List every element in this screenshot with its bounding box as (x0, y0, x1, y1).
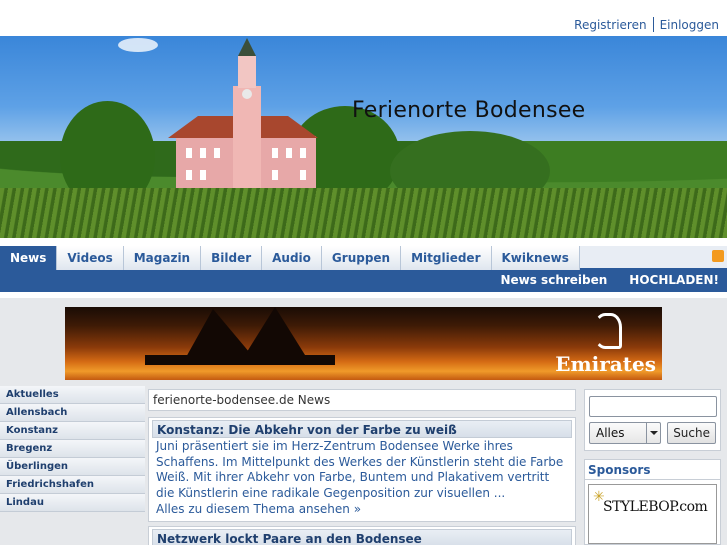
tab-magazin[interactable]: Magazin (123, 246, 202, 270)
left-menu: Aktuelles Allensbach Konstanz Bregenz Üb… (0, 386, 145, 512)
article-text: Juni präsentiert sie im Herz-Zentrum Bod… (156, 439, 564, 500)
login-link[interactable]: Einloggen (654, 18, 725, 32)
section-heading: ferienorte-bodensee.de News (148, 389, 576, 411)
search-controls: Alles Suche (589, 422, 716, 444)
ad-ship-sail (185, 309, 255, 359)
emirates-logo-mark (594, 313, 622, 349)
sponsor-ad-text: STYLEBOP.com (603, 499, 708, 515)
news-article: Konstanz: Die Abkehr von der Farbe zu we… (148, 417, 576, 522)
tab-kwiknews[interactable]: Kwiknews (491, 246, 580, 270)
left-menu-item-friedrichshafen[interactable]: Friedrichshafen (0, 476, 145, 494)
search-input[interactable] (589, 396, 717, 417)
church-illustration (168, 38, 318, 196)
emirates-ad[interactable]: Emirates (65, 307, 662, 380)
main-nav: News Videos Magazin Bilder Audio Gruppen… (0, 246, 727, 270)
register-link[interactable]: Registrieren (568, 18, 652, 32)
right-column: Alles Suche Sponsors ✳ STYLEBOP.com (584, 389, 721, 545)
sponsors-heading: Sponsors (585, 460, 720, 480)
search-scope-select[interactable]: Alles (589, 422, 662, 444)
search-scope-value: Alles (596, 426, 625, 440)
left-menu-item-aktuelles[interactable]: Aktuelles (0, 386, 145, 404)
tab-bilder[interactable]: Bilder (201, 246, 263, 270)
left-menu-item-konstanz[interactable]: Konstanz (0, 422, 145, 440)
ad-ship-sail (245, 307, 305, 355)
write-news-link[interactable]: News schreiben (500, 273, 607, 287)
left-menu-item-lindau[interactable]: Lindau (0, 494, 145, 512)
sponsor-ad[interactable]: ✳ STYLEBOP.com (588, 484, 717, 544)
left-menu-item-bregenz[interactable]: Bregenz (0, 440, 145, 458)
site-title: Ferienorte Bodensee (352, 98, 586, 123)
sub-nav-links: News schreiben HOCHLADEN! (500, 273, 719, 287)
left-menu-item-allensbach[interactable]: Allensbach (0, 404, 145, 422)
emirates-logo: Emirates (555, 352, 656, 376)
main-column: ferienorte-bodensee.de News Konstanz: Di… (148, 389, 576, 545)
article-title[interactable]: Konstanz: Die Abkehr von der Farbe zu we… (152, 420, 572, 438)
search-button[interactable]: Suche (667, 422, 716, 444)
header-banner: Ferienorte Bodensee (0, 36, 727, 238)
chevron-down-icon (646, 423, 660, 443)
news-article: Netzwerk lockt Paare an den Bodensee (148, 526, 576, 545)
sub-nav: News schreiben HOCHLADEN! (0, 270, 727, 292)
left-menu-item-ueberlingen[interactable]: Überlingen (0, 458, 145, 476)
vineyard (0, 188, 727, 238)
tab-videos[interactable]: Videos (57, 246, 124, 270)
nav-tabs: News Videos Magazin Bilder Audio Gruppen… (0, 246, 727, 270)
ad-ship-hull (145, 355, 335, 365)
banner-cloud (118, 38, 158, 52)
tab-news[interactable]: News (0, 246, 58, 270)
top-links: Registrieren Einloggen (568, 17, 725, 32)
sponsors-box: Sponsors ✳ STYLEBOP.com (584, 459, 721, 545)
tab-mitglieder[interactable]: Mitglieder (401, 246, 492, 270)
tab-gruppen[interactable]: Gruppen (321, 246, 402, 270)
upload-link[interactable]: HOCHLADEN! (629, 273, 719, 287)
rss-icon[interactable] (712, 250, 724, 262)
search-box: Alles Suche (584, 389, 721, 451)
tab-audio[interactable]: Audio (262, 246, 322, 270)
article-more-link[interactable]: Alles zu diesem Thema ansehen » (152, 501, 572, 517)
article-title[interactable]: Netzwerk lockt Paare an den Bodensee (152, 529, 572, 545)
